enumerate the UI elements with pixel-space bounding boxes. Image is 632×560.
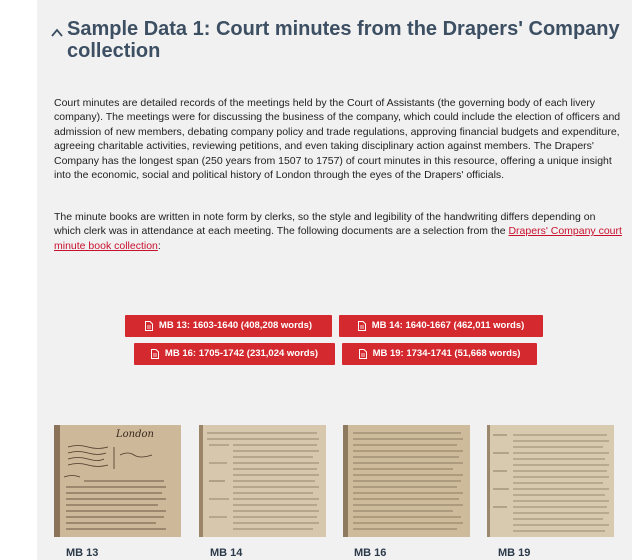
thumbnail-caption[interactable]: MB 13 bbox=[66, 547, 98, 559]
manuscript-thumbnail-mb19[interactable] bbox=[487, 425, 614, 537]
download-mb19-button[interactable]: MB 19: 1734-1741 (51,668 words) bbox=[342, 343, 537, 365]
document-icon bbox=[357, 321, 366, 331]
selection-paragraph: The minute books are written in note for… bbox=[54, 210, 622, 253]
intro-paragraph: Court minutes are detailed records of th… bbox=[54, 97, 621, 182]
document-icon bbox=[144, 321, 153, 331]
thumbnail-caption[interactable]: MB 19 bbox=[498, 547, 530, 559]
document-icon bbox=[358, 349, 367, 359]
section-title[interactable]: Sample Data 1: Court minutes from the Dr… bbox=[67, 18, 627, 62]
download-label: MB 14: 1640-1667 (462,011 words) bbox=[371, 320, 525, 331]
selection-end: : bbox=[157, 239, 161, 252]
download-mb13-button[interactable]: MB 13: 1603-1640 (408,208 words) bbox=[125, 315, 332, 337]
manuscript-thumbnail-mb13[interactable]: London bbox=[54, 425, 181, 537]
manuscript-heading: London bbox=[115, 429, 154, 440]
document-icon bbox=[150, 349, 159, 359]
download-label: MB 19: 1734-1741 (51,668 words) bbox=[372, 348, 521, 359]
thumbnail-caption[interactable]: MB 14 bbox=[210, 547, 242, 559]
chevron-up-icon[interactable] bbox=[50, 26, 64, 40]
download-label: MB 13: 1603-1640 (408,208 words) bbox=[158, 320, 313, 331]
thumbnail-caption[interactable]: MB 16 bbox=[354, 547, 386, 559]
download-label: MB 16: 1705-1742 (231,024 words) bbox=[164, 348, 319, 359]
manuscript-thumbnail-mb14[interactable] bbox=[199, 425, 326, 537]
manuscript-thumbnail-mb16[interactable] bbox=[343, 425, 470, 537]
download-mb14-button[interactable]: MB 14: 1640-1667 (462,011 words) bbox=[339, 315, 543, 337]
download-mb16-button[interactable]: MB 16: 1705-1742 (231,024 words) bbox=[134, 343, 335, 365]
